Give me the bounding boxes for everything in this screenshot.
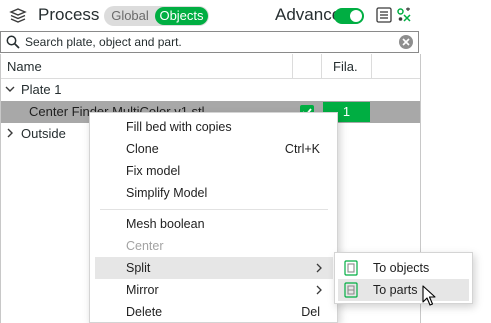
advance-label: Advance: [275, 5, 342, 24]
list-header: Name Fila.: [1, 54, 420, 79]
search-icon: [6, 35, 20, 49]
split-objects-icon: [344, 260, 358, 276]
chevron-right-icon: [316, 263, 322, 273]
menu-item-label: Simplify Model: [126, 186, 208, 200]
menu-item-mesh-boolean[interactable]: Mesh boolean: [95, 213, 333, 235]
tab-objects[interactable]: Objects: [155, 7, 208, 25]
search-bar: [0, 31, 419, 53]
chevron-right-icon[interactable]: [5, 128, 15, 138]
tree-row-plate[interactable]: Plate 1: [1, 79, 420, 101]
tab-global[interactable]: Global: [104, 6, 156, 26]
submenu-item-to-parts[interactable]: To parts: [338, 279, 469, 301]
menu-item-shortcut: Ctrl+K: [284, 142, 320, 156]
column-name[interactable]: Name: [7, 59, 42, 74]
menu-item-label: Mirror: [126, 283, 159, 297]
column-divider: [371, 54, 372, 79]
menu-item-simplify-model[interactable]: Simplify Model: [95, 182, 333, 204]
settings-tool-icon[interactable]: [396, 7, 412, 23]
menu-item-clone[interactable]: Clone Ctrl+K: [95, 138, 333, 160]
process-title: Process: [38, 5, 100, 24]
chevron-right-icon: [316, 285, 322, 295]
menu-item-label: Split: [126, 261, 151, 275]
menu-item-label: Delete: [126, 305, 163, 319]
menu-item-fill-bed[interactable]: Fill bed with copies: [95, 116, 333, 138]
menu-separator: [100, 209, 328, 210]
mouse-cursor-icon: [422, 285, 436, 306]
scope-segmented-control: Global Objects: [104, 6, 209, 26]
toggle-knob: [350, 10, 362, 22]
column-divider: [321, 54, 322, 79]
column-filament[interactable]: Fila.: [333, 59, 358, 74]
context-menu: Fill bed with copies Clone Ctrl+K Fix mo…: [89, 112, 338, 323]
search-input[interactable]: [25, 33, 385, 51]
layers-icon: [9, 8, 27, 23]
plate-label: Plate 1: [21, 82, 62, 97]
outside-label: Outside: [21, 126, 66, 141]
advance-toggle[interactable]: [334, 8, 364, 24]
menu-item-label: Fix model: [126, 164, 181, 178]
submenu-item-to-objects[interactable]: To objects: [338, 257, 469, 279]
menu-item-shortcut: Del: [301, 305, 320, 319]
split-submenu: To objects To parts: [334, 252, 473, 304]
menu-item-label: Mesh boolean: [126, 217, 205, 231]
menu-item-fix-model[interactable]: Fix model: [95, 160, 333, 182]
menu-item-label: Fill bed with copies: [126, 120, 232, 134]
menu-item-center: Center: [95, 235, 333, 257]
submenu-item-label: To parts: [373, 283, 418, 297]
menu-item-delete[interactable]: Delete Del: [95, 301, 333, 323]
split-parts-icon: [344, 282, 358, 298]
menu-item-label: Clone: [126, 142, 159, 156]
menu-item-mirror[interactable]: Mirror: [95, 279, 333, 301]
list-icon[interactable]: [376, 7, 392, 23]
menu-item-split[interactable]: Split: [95, 257, 333, 279]
column-divider: [292, 54, 293, 79]
chevron-down-icon[interactable]: [5, 84, 15, 94]
menu-item-label: Center: [126, 239, 164, 253]
process-header: Process Global Objects Advance: [0, 0, 421, 30]
submenu-item-label: To objects: [373, 261, 430, 275]
clear-icon[interactable]: [398, 34, 414, 50]
